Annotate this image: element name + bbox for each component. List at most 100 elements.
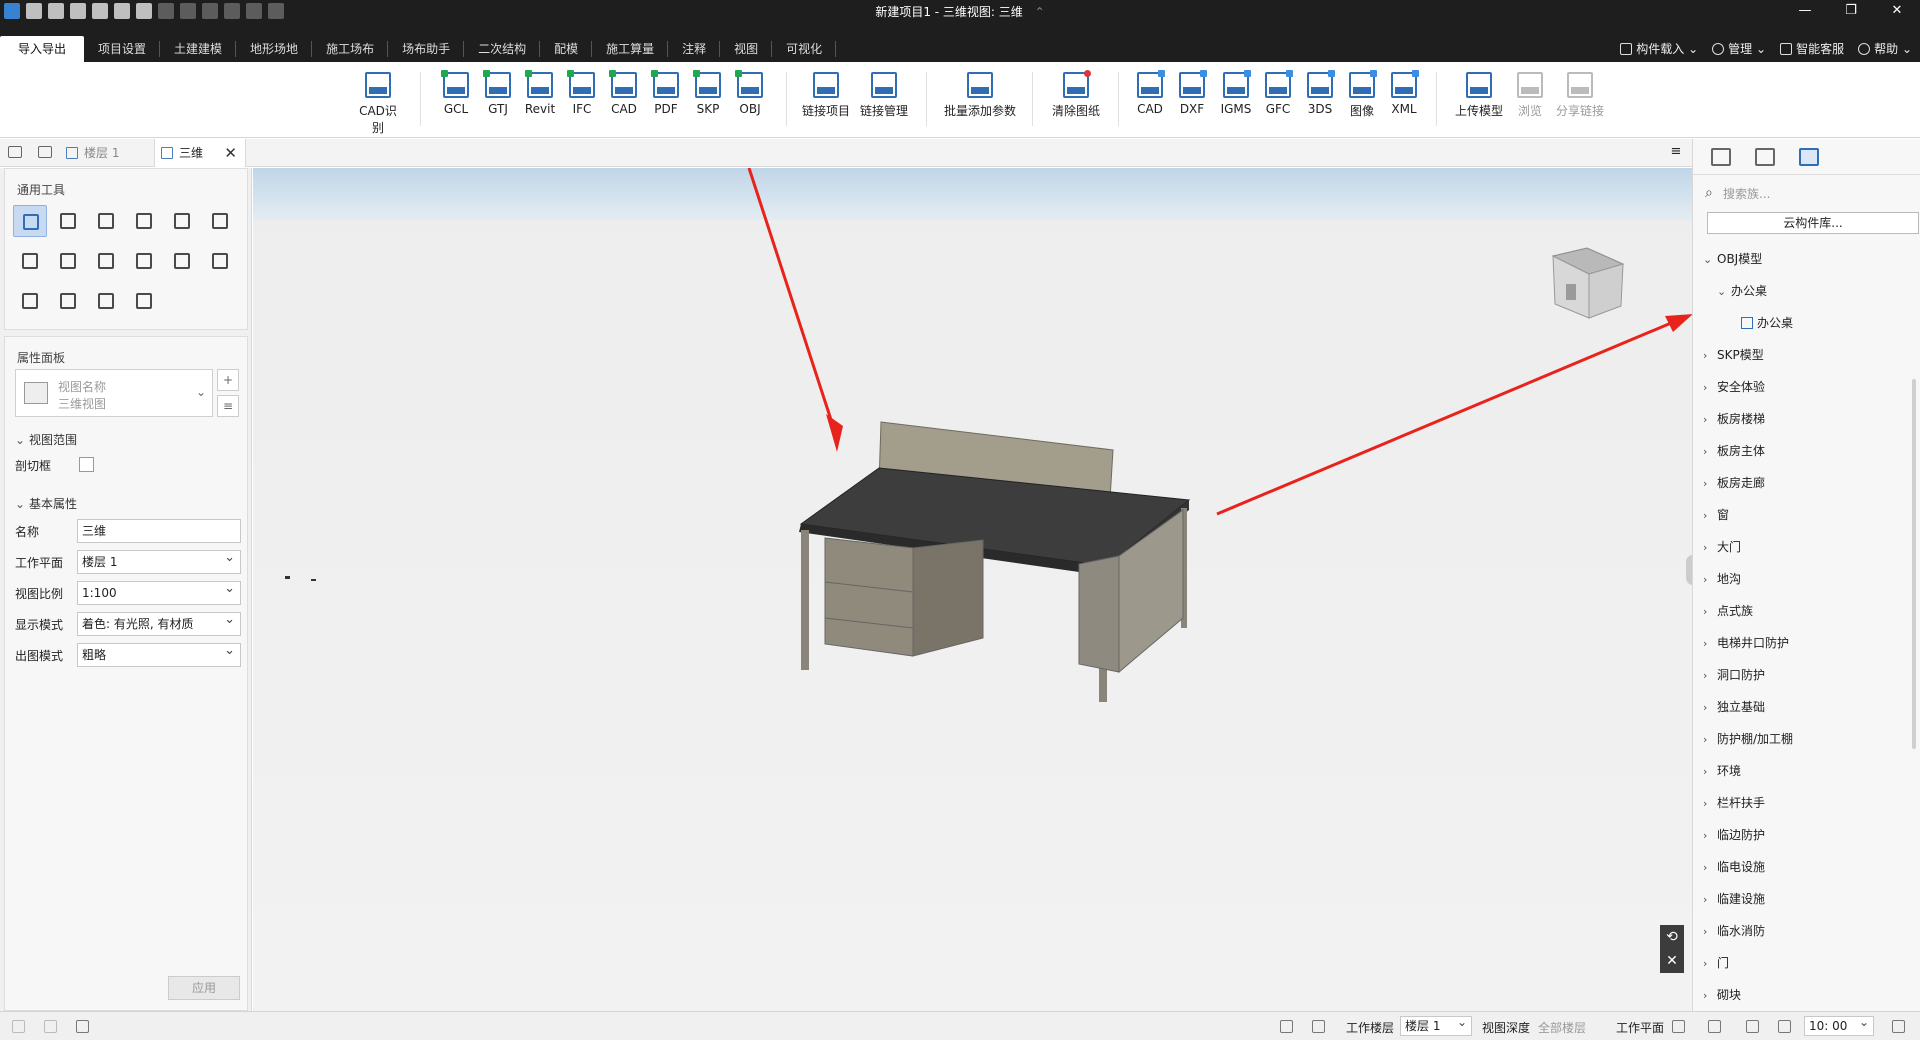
browse-button[interactable]: 浏览 bbox=[1512, 72, 1548, 119]
import-revit-button[interactable]: Revit bbox=[520, 70, 560, 116]
tree-item[interactable]: › 大门 bbox=[1703, 531, 1903, 563]
export-image-button[interactable]: 图像 bbox=[1342, 70, 1382, 119]
work-plane-icon[interactable] bbox=[1672, 1020, 1685, 1033]
tree-item[interactable]: › 砌块 bbox=[1703, 979, 1903, 1011]
tree-item[interactable]: › 点式族 bbox=[1703, 595, 1903, 627]
reset-rotate-icon[interactable]: ⟲ bbox=[1660, 925, 1684, 949]
section-view-range[interactable]: ⌄ 视图范围 bbox=[15, 431, 77, 448]
cloud-library-button[interactable]: 云构件库... bbox=[1707, 212, 1919, 234]
manage-menu[interactable]: 管理 ⌄ bbox=[1712, 40, 1766, 57]
tree-item[interactable]: › 板房走廊 bbox=[1703, 467, 1903, 499]
tree-item[interactable]: › 独立基础 bbox=[1703, 691, 1903, 723]
tab-3d-view[interactable]: 三维 ✕ bbox=[154, 139, 246, 167]
share-link-button[interactable]: 分享链接 bbox=[1552, 72, 1608, 119]
grid-layout-icon[interactable] bbox=[76, 1020, 89, 1033]
close-nav-icon[interactable]: ✕ bbox=[1660, 949, 1684, 973]
minimize-button[interactable]: — bbox=[1782, 0, 1828, 22]
tree-item-office-desk-folder[interactable]: ⌄ 办公桌 bbox=[1703, 275, 1903, 307]
display-mode-select[interactable]: 着色: 有光照, 有材质 bbox=[77, 609, 241, 636]
save-view-icon[interactable] bbox=[1312, 1020, 1325, 1033]
help-menu[interactable]: 帮助 ⌄ bbox=[1858, 40, 1912, 57]
tree-item[interactable]: › 临水消防 bbox=[1703, 915, 1903, 947]
import-obj-button[interactable]: OBJ bbox=[730, 70, 770, 116]
batch-add-params-button[interactable]: 批量添加参数 bbox=[940, 72, 1020, 119]
tab-annotation[interactable]: 注释 bbox=[668, 36, 721, 62]
angle-tool-button[interactable] bbox=[127, 285, 161, 317]
tab-family-library[interactable] bbox=[1789, 143, 1829, 171]
tab-site-layout[interactable]: 施工场布 bbox=[312, 36, 389, 62]
import-skp-button[interactable]: SKP bbox=[688, 70, 728, 116]
tree-item[interactable]: › 门 bbox=[1703, 947, 1903, 979]
tree-item[interactable]: › 洞口防护 bbox=[1703, 659, 1903, 691]
work-floor-select[interactable]: 楼层 1 bbox=[1400, 1013, 1472, 1036]
smart-support-button[interactable]: 智能客服 bbox=[1780, 40, 1844, 57]
tree-item-obj-models[interactable]: ⌄ OBJ模型 bbox=[1703, 243, 1903, 275]
view-name-selector[interactable]: 视图名称 三维视图 ⌄ bbox=[15, 369, 213, 417]
tree-item[interactable]: › 临电设施 bbox=[1703, 851, 1903, 883]
grid-view-icon[interactable] bbox=[38, 146, 52, 158]
break-tool-button[interactable] bbox=[165, 245, 199, 277]
view-depth-select[interactable]: 全部楼层 bbox=[1538, 1019, 1586, 1036]
tab-quantity[interactable]: 施工算量 bbox=[592, 36, 669, 62]
link-manage-button[interactable]: 链接管理 bbox=[856, 72, 912, 119]
tree-item[interactable]: › 安全体验 bbox=[1703, 371, 1903, 403]
tab-visualization[interactable]: 可视化 bbox=[772, 36, 837, 62]
tab-project-settings[interactable]: 项目设置 bbox=[84, 36, 161, 62]
trim-tool-button[interactable] bbox=[13, 245, 47, 277]
output-mode-select[interactable]: 粗略 bbox=[77, 640, 241, 667]
tab-formwork[interactable]: 配模 bbox=[540, 36, 593, 62]
tree-item[interactable]: › 窗 bbox=[1703, 499, 1903, 531]
zoom-fit-icon[interactable] bbox=[1280, 1020, 1293, 1033]
ruler-tool-button[interactable] bbox=[89, 285, 123, 317]
tab-import-export[interactable]: 导入导出 bbox=[0, 36, 85, 62]
copy-tool-button[interactable] bbox=[89, 205, 123, 237]
tree-item-office-desk[interactable]: 办公桌 bbox=[1703, 307, 1903, 339]
tab-visibility[interactable] bbox=[1745, 143, 1785, 171]
extend-tool-button[interactable] bbox=[127, 245, 161, 277]
upload-model-button[interactable]: 上传模型 bbox=[1450, 72, 1508, 119]
export-gfc-button[interactable]: GFC bbox=[1258, 70, 1298, 116]
3d-viewport[interactable]: ⟲ ✕ bbox=[253, 168, 1692, 1011]
tree-item[interactable]: › 防护棚/加工棚 bbox=[1703, 723, 1903, 755]
tree-item[interactable]: › 板房楼梯 bbox=[1703, 403, 1903, 435]
tree-item[interactable]: › 板房主体 bbox=[1703, 435, 1903, 467]
tab-view[interactable]: 视图 bbox=[720, 36, 773, 62]
offset-tool-button[interactable] bbox=[89, 245, 123, 277]
delete-tool-button[interactable] bbox=[51, 285, 85, 317]
tree-item[interactable]: › 临边防护 bbox=[1703, 819, 1903, 851]
section-basic-properties[interactable]: ⌄ 基本属性 bbox=[15, 495, 77, 512]
crop-box-checkbox[interactable] bbox=[79, 457, 94, 472]
import-pdf-button[interactable]: PDF bbox=[646, 70, 686, 116]
export-xml-button[interactable]: XML bbox=[1384, 70, 1424, 116]
tab-terrain-site[interactable]: 地形场地 bbox=[236, 36, 313, 62]
tree-item[interactable]: › 电梯井口防护 bbox=[1703, 627, 1903, 659]
mirror-tool-button[interactable] bbox=[13, 285, 47, 317]
apply-button[interactable]: 应用 bbox=[168, 976, 240, 1000]
tree-item[interactable]: › 环境 bbox=[1703, 755, 1903, 787]
close-tab-icon[interactable]: ✕ bbox=[224, 139, 237, 167]
array-tool-button[interactable] bbox=[203, 245, 237, 277]
tree-scrollbar[interactable] bbox=[1912, 379, 1916, 749]
import-ifc-button[interactable]: IFC bbox=[562, 70, 602, 116]
align-tool-button[interactable] bbox=[165, 205, 199, 237]
maximize-button[interactable]: ❐ bbox=[1828, 0, 1874, 22]
office-desk-model[interactable] bbox=[799, 421, 1191, 702]
measure-tool-button[interactable] bbox=[51, 245, 85, 277]
link-project-button[interactable]: 链接项目 bbox=[798, 72, 854, 119]
name-field[interactable]: 三维 bbox=[77, 519, 241, 543]
tab-layout-assistant[interactable]: 场布助手 bbox=[388, 36, 465, 62]
project-browser-icon[interactable] bbox=[8, 146, 22, 158]
clear-drawings-button[interactable]: 清除图纸 bbox=[1046, 70, 1106, 119]
time-select[interactable]: 10: 00 bbox=[1804, 1013, 1874, 1036]
tree-item[interactable]: › 地沟 bbox=[1703, 563, 1903, 595]
rotate-tool-button[interactable] bbox=[127, 205, 161, 237]
import-cad-button[interactable]: CAD bbox=[604, 70, 644, 116]
tab-properties[interactable] bbox=[1701, 143, 1741, 171]
export-3ds-button[interactable]: 3DS bbox=[1300, 70, 1340, 116]
component-load-menu[interactable]: 构件载入 ⌄ bbox=[1620, 40, 1698, 57]
tree-item[interactable]: › 栏杆扶手 bbox=[1703, 787, 1903, 819]
tree-item[interactable]: › 临建设施 bbox=[1703, 883, 1903, 915]
export-cad-button[interactable]: CAD bbox=[1130, 70, 1170, 116]
import-gcl-button[interactable]: GCL bbox=[436, 70, 476, 116]
cad-recognize-button[interactable]: CAD识别 bbox=[354, 72, 402, 136]
